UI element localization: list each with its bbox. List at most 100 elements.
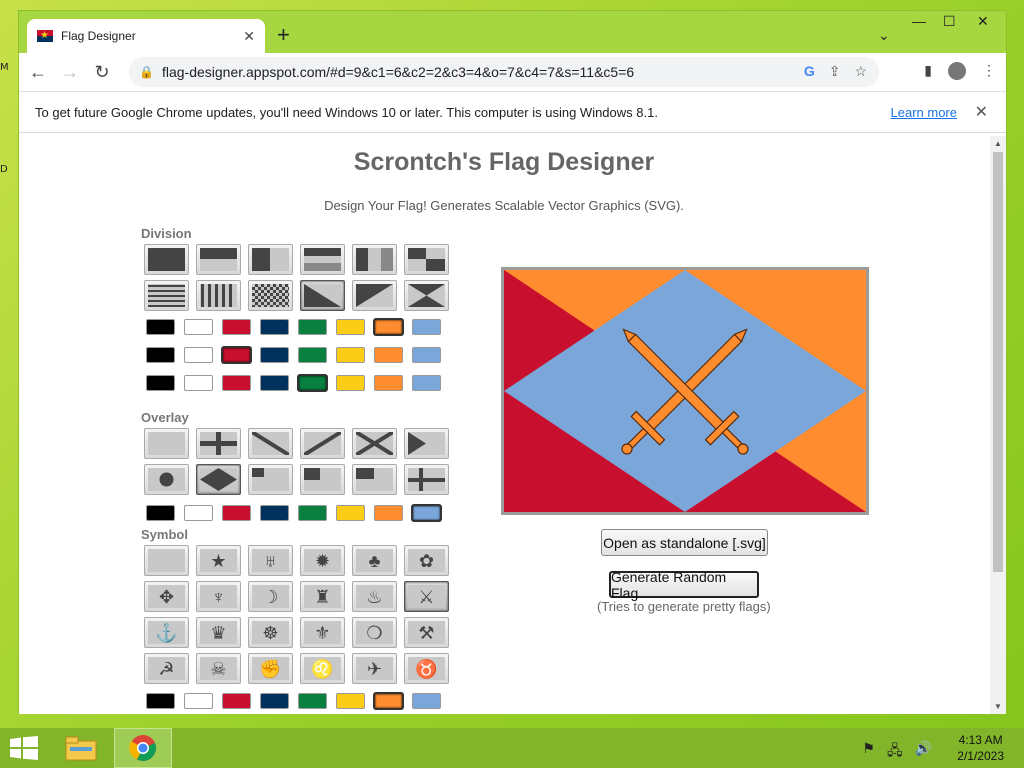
overlay-hoist-triangle-button[interactable] — [404, 428, 449, 459]
overlay-canton-wide-button[interactable] — [352, 464, 397, 495]
symbol-flame-button[interactable]: ♨ — [352, 581, 397, 612]
color-swatch[interactable] — [260, 693, 289, 709]
color-swatch[interactable] — [260, 505, 289, 521]
division-quarters-button[interactable] — [404, 244, 449, 275]
division-horizontal-thirds-button[interactable] — [300, 244, 345, 275]
color-swatch[interactable] — [184, 505, 213, 521]
maximize-button[interactable]: ☐ — [943, 13, 956, 30]
color-swatch[interactable] — [184, 375, 213, 391]
color-swatch[interactable] — [412, 375, 441, 391]
symbol-bird-button[interactable]: ✈ — [352, 653, 397, 684]
color-swatch[interactable] — [412, 319, 441, 335]
overlay-canton-button[interactable] — [300, 464, 345, 495]
color-swatch[interactable] — [184, 693, 213, 709]
chrome-taskbar-icon[interactable] — [114, 728, 172, 768]
division-saltire-button[interactable] — [404, 280, 449, 311]
symbol-laurel-button[interactable]: ❍ — [352, 617, 397, 648]
division-vertical-thirds-button[interactable] — [352, 244, 397, 275]
address-bar[interactable]: 🔒 flag-designer.appspot.com/#d=9&c1=6&c2… — [129, 57, 879, 87]
symbol-arrows-button[interactable]: ✥ — [144, 581, 189, 612]
symbol-crown-button[interactable]: ♛ — [196, 617, 241, 648]
overlay-bend-sinister-button[interactable] — [300, 428, 345, 459]
division-plain-button[interactable] — [144, 244, 189, 275]
color-swatch[interactable] — [146, 347, 175, 363]
network-icon[interactable]: 🖧 — [887, 740, 903, 764]
division-diagonal-button[interactable] — [300, 280, 345, 311]
color-swatch[interactable] — [412, 505, 441, 521]
tab-flag-designer[interactable]: ★ Flag Designer ✕ — [27, 19, 265, 53]
overlay-cross-button[interactable] — [196, 428, 241, 459]
symbol-clover-button[interactable]: ♣ — [352, 545, 397, 576]
color-swatch[interactable] — [336, 375, 365, 391]
color-swatch[interactable] — [184, 347, 213, 363]
symbol-star-button[interactable]: ★ — [196, 545, 241, 576]
division-vertical-halves-button[interactable] — [248, 244, 293, 275]
windows-start-icon[interactable] — [10, 736, 38, 760]
overlay-nordic-cross-button[interactable] — [404, 464, 449, 495]
color-swatch[interactable] — [260, 375, 289, 391]
color-swatch[interactable] — [298, 319, 327, 335]
volume-icon[interactable]: 🔊 — [915, 740, 932, 764]
color-swatch[interactable] — [222, 375, 251, 391]
color-swatch[interactable] — [374, 375, 403, 391]
bookmark-star-icon[interactable]: ☆ — [854, 63, 867, 80]
division-horizontal-halves-button[interactable] — [196, 244, 241, 275]
color-swatch[interactable] — [260, 347, 289, 363]
reload-button[interactable]: ↻ — [89, 62, 115, 83]
new-tab-button[interactable]: + — [277, 23, 290, 47]
forward-button[interactable]: → — [57, 62, 83, 83]
color-swatch[interactable] — [146, 505, 175, 521]
symbol-fist-button[interactable]: ✊ — [248, 653, 293, 684]
share-icon[interactable]: ⇪ — [829, 63, 841, 80]
google-icon[interactable]: G — [804, 63, 815, 80]
color-swatch[interactable] — [260, 319, 289, 335]
color-swatch[interactable] — [222, 693, 251, 709]
symbol-tower-button[interactable]: ♜ — [300, 581, 345, 612]
overlay-none-button[interactable] — [144, 428, 189, 459]
symbol-lion-button[interactable]: ♌ — [300, 653, 345, 684]
minimize-button[interactable]: — — [912, 13, 926, 29]
profile-icon[interactable] — [948, 62, 966, 80]
division-pales-button[interactable] — [196, 280, 241, 311]
color-swatch[interactable] — [374, 505, 403, 521]
overlay-bend-button[interactable] — [248, 428, 293, 459]
color-swatch[interactable] — [336, 319, 365, 335]
color-swatch[interactable] — [412, 347, 441, 363]
color-swatch[interactable] — [298, 347, 327, 363]
close-window-button[interactable]: ✕ — [977, 13, 989, 30]
color-swatch[interactable] — [222, 319, 251, 335]
symbol-flower-button[interactable]: ✿ — [404, 545, 449, 576]
scroll-down-icon[interactable]: ▼ — [994, 702, 1002, 711]
overlay-canton-small-button[interactable] — [248, 464, 293, 495]
side-panel-icon[interactable]: ▮ — [924, 62, 932, 80]
color-swatch[interactable] — [374, 693, 403, 709]
page-scrollbar[interactable]: ▲ ▼ — [990, 136, 1006, 714]
color-swatch[interactable] — [374, 347, 403, 363]
symbol-tree-button[interactable]: ♆ — [196, 581, 241, 612]
symbol-skull-button[interactable]: ☠ — [196, 653, 241, 684]
overlay-saltire-button[interactable] — [352, 428, 397, 459]
generate-random-flag-button[interactable]: Generate Random Flag — [609, 569, 759, 601]
color-swatch[interactable] — [146, 319, 175, 335]
symbol-hammer-sickle-button[interactable]: ☭ — [144, 653, 189, 684]
symbol-bull-button[interactable]: ♉ — [404, 653, 449, 684]
symbol-none-button[interactable] — [144, 545, 189, 576]
file-explorer-icon[interactable] — [52, 728, 110, 768]
symbol-wheel-button[interactable]: ☸ — [248, 617, 293, 648]
symbol-crossed-tools-button[interactable]: ⚒ — [404, 617, 449, 648]
color-swatch[interactable] — [222, 347, 251, 363]
division-checkered-button[interactable] — [248, 280, 293, 311]
color-swatch[interactable] — [146, 693, 175, 709]
color-swatch[interactable] — [298, 693, 327, 709]
overlay-disc-button[interactable] — [144, 464, 189, 495]
symbol-anchor-button[interactable]: ⚓ — [144, 617, 189, 648]
division-stripes-button[interactable] — [144, 280, 189, 311]
color-swatch[interactable] — [298, 375, 327, 391]
overlay-lozenge-button[interactable] — [196, 464, 241, 495]
color-swatch[interactable] — [412, 693, 441, 709]
color-swatch[interactable] — [146, 375, 175, 391]
symbol-fleur-de-lis-button[interactable]: ⚜ — [300, 617, 345, 648]
infobar-close-icon[interactable]: ✕ — [975, 102, 988, 122]
tab-search-chevron-icon[interactable]: ⌄ — [878, 27, 890, 44]
symbol-eagle-button[interactable]: ♅ — [248, 545, 293, 576]
